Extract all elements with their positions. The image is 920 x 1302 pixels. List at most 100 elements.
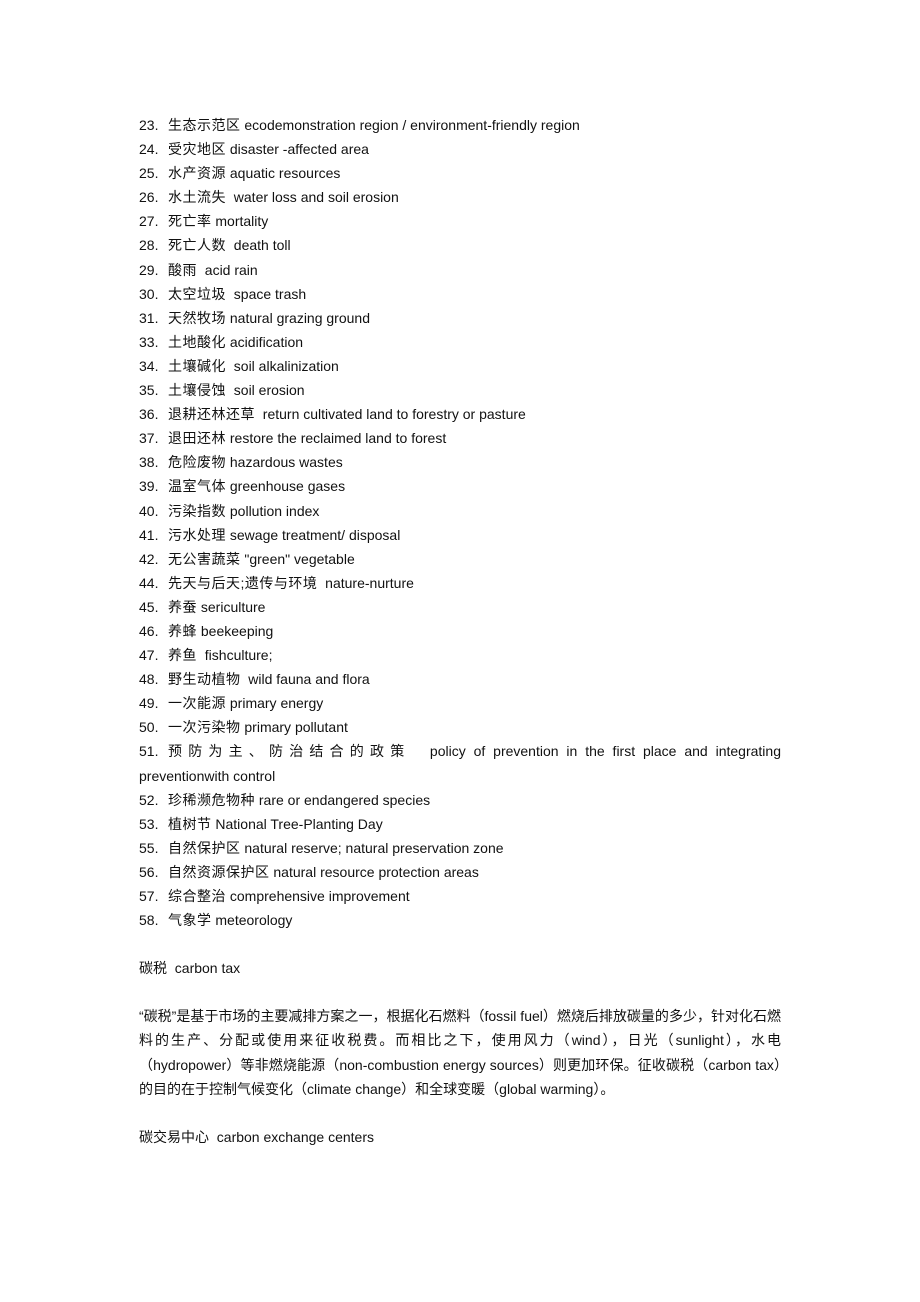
item-chinese-term: 退耕还林还草 (168, 406, 255, 423)
item-english-term: hazardous wastes (229, 454, 343, 471)
glossary-item: 38. 危险废物 hazardous wastes (139, 450, 781, 474)
item-number: 26. (139, 189, 159, 206)
item-number: 24. (139, 141, 159, 158)
item-number: 58. (139, 912, 159, 929)
item-number: 45. (139, 598, 159, 615)
item-chinese-term: 水产资源 (168, 165, 226, 182)
item-number: 39. (139, 478, 159, 495)
item-english-term: rare or endangered species (258, 791, 431, 808)
item-number: 47. (139, 647, 159, 664)
item-english-term: "green" vegetable (244, 550, 355, 567)
item-english-term: greenhouse gases (229, 478, 346, 495)
glossary-item-51: 51. 预防为主、防治结合的政策 policy of prevention in … (139, 739, 781, 787)
item-english-term: water loss and soil erosion (229, 189, 399, 206)
item-chinese-term: 植树节 (168, 815, 212, 832)
glossary-item: 24. 受灾地区 disaster -affected area (139, 137, 781, 161)
item-chinese-term: 养蚕 (168, 598, 197, 615)
item-number: 40. (139, 502, 159, 519)
glossary-item: 27. 死亡率 mortality (139, 209, 781, 233)
item-number: 38. (139, 454, 159, 471)
item-english-term: disaster -affected area (229, 141, 369, 158)
glossary-item: 52. 珍稀濒危物种 rare or endangered species (139, 788, 781, 812)
item-chinese-term: 土壤碱化 (168, 357, 226, 374)
item-chinese-term: 预防为主、防治结合的政策 (168, 743, 411, 760)
glossary-item: 26. 水土流失 water loss and soil erosion (139, 185, 781, 209)
item-english-term: ecodemonstration region / environment-fr… (244, 117, 580, 133)
item-chinese-term: 自然保护区 (168, 839, 241, 856)
item-number: 27. (139, 213, 159, 230)
item-english-term: sericulture (200, 598, 266, 615)
glossary-item: 57. 综合整治 comprehensive improvement (139, 884, 781, 908)
item-chinese-term: 退田还林 (168, 430, 226, 447)
document-page: 23. 生态示范区 ecodemonstration region / envir… (139, 113, 781, 1149)
glossary-item: 40. 污染指数 pollution index (139, 499, 781, 523)
glossary-item: 29. 酸雨 acid rain (139, 258, 781, 282)
item-english-term: natural resource protection areas (273, 863, 479, 880)
item-number: 52. (139, 791, 159, 808)
item-chinese-term: 自然资源保护区 (168, 863, 270, 880)
item-english-term: restore the reclaimed land to forest (229, 430, 447, 447)
item-english-term: aquatic resources (229, 165, 341, 182)
item-chinese-term: 污染指数 (168, 502, 226, 519)
glossary-item: 33. 土地酸化 acidification (139, 330, 781, 354)
glossary-item: 55. 自然保护区 natural reserve; natural preser… (139, 836, 781, 860)
item-chinese-term: 无公害蔬菜 (168, 550, 241, 567)
item-english-term: meteorology (215, 912, 293, 929)
item-number: 31. (139, 309, 159, 326)
item-chinese-term: 污水处理 (168, 526, 226, 543)
item-number: 57. (139, 888, 159, 904)
glossary-item: 41. 污水处理 sewage treatment/ disposal (139, 523, 781, 547)
item-number: 34. (139, 357, 159, 374)
item-english-term: space trash (229, 285, 307, 302)
item-chinese-term: 珍稀濒危物种 (168, 791, 255, 808)
item-chinese-term: 先天与后天;遗传与环境 (168, 574, 318, 591)
item-number: 46. (139, 622, 159, 639)
item-chinese-term: 养鱼 (168, 647, 197, 664)
item-chinese-term: 一次能源 (168, 695, 226, 712)
item-number: 42. (139, 550, 159, 567)
item-chinese-term: 水土流失 (168, 189, 226, 206)
item-number: 53. (139, 815, 159, 832)
glossary-item: 34. 土壤碱化 soil alkalinization (139, 354, 781, 378)
item-chinese-term: 一次污染物 (168, 719, 241, 736)
item-chinese-term: 野生动植物 (168, 671, 241, 688)
glossary-item: 23. 生态示范区 ecodemonstration region / envir… (139, 113, 781, 137)
glossary-item: 28. 死亡人数 death toll (139, 233, 781, 257)
item-chinese-term: 土地酸化 (168, 333, 226, 350)
item-english-term: acidification (229, 333, 304, 350)
glossary-list: 23. 生态示范区 ecodemonstration region / envir… (139, 113, 781, 739)
item-number: 29. (139, 261, 159, 278)
glossary-item: 50. 一次污染物 primary pollutant (139, 715, 781, 739)
item-number: 44. (139, 574, 159, 591)
glossary-item: 39. 温室气体 greenhouse gases (139, 474, 781, 498)
item-chinese-term: 死亡率 (168, 213, 212, 230)
item-english-term: primary energy (229, 695, 324, 712)
item-english-term: beekeeping (200, 622, 274, 639)
item-number: 35. (139, 382, 159, 399)
item-chinese-term: 土壤侵蚀 (168, 382, 226, 399)
item-number: 48. (139, 671, 159, 688)
item-number: 30. (139, 285, 159, 302)
item-chinese-term: 天然牧场 (168, 309, 226, 326)
glossary-item: 48. 野生动植物 wild fauna and flora (139, 667, 781, 691)
glossary-item: 30. 太空垃圾 space trash (139, 282, 781, 306)
item-number: 51. (139, 743, 159, 760)
item-english-term: soil erosion (229, 382, 305, 399)
item-number: 28. (139, 237, 159, 254)
glossary-item: 36. 退耕还林还草 return cultivated land to fore… (139, 402, 781, 426)
item-chinese-term: 受灾地区 (168, 141, 226, 158)
item-chinese-term: 生态示范区 (168, 117, 241, 133)
glossary-item: 58. 气象学 meteorology (139, 908, 781, 932)
section-heading-carbon-tax: 碳税 carbon tax (139, 960, 241, 977)
item-number: 36. (139, 406, 159, 423)
glossary-list-continued: 52. 珍稀濒危物种 rare or endangered species 53. 植… (139, 788, 781, 933)
item-english-term-line1: policy of prevention in the first place … (429, 743, 781, 760)
item-english-term: nature-nurture (321, 574, 414, 591)
item-chinese-term: 综合整治 (168, 888, 226, 904)
item-chinese-term: 太空垃圾 (168, 285, 226, 302)
item-english-term: comprehensive improvement (229, 888, 410, 904)
glossary-item: 46. 养蜂 beekeeping (139, 619, 781, 643)
item-number: 23. (139, 117, 159, 133)
glossary-item: 45. 养蚕 sericulture (139, 595, 781, 619)
item-number: 56. (139, 863, 159, 880)
